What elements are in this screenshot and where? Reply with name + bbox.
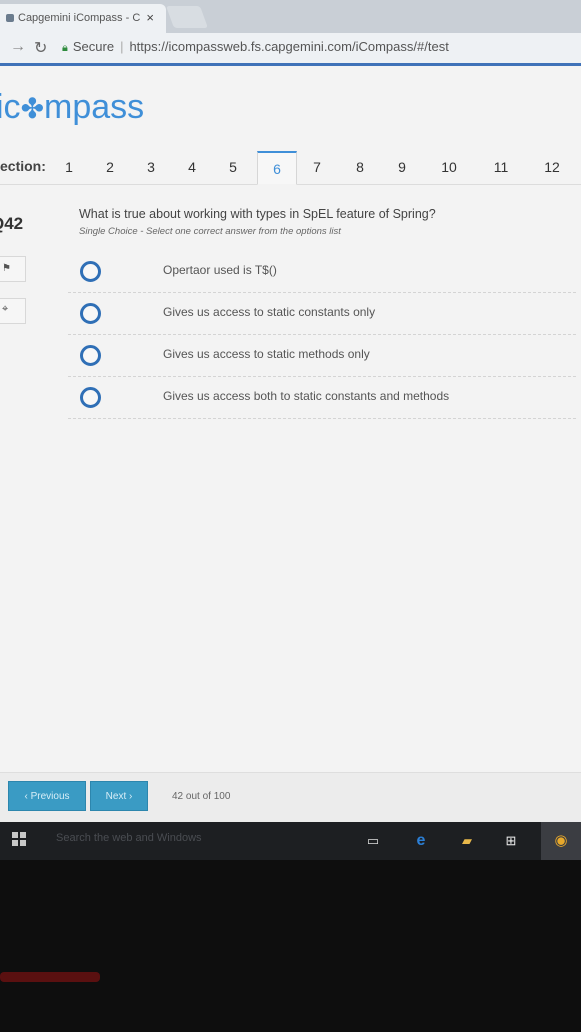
option-label: Gives us access both to static constants…	[163, 389, 450, 403]
answer-option-1[interactable]: Opertaor used is T$()	[68, 250, 576, 293]
forward-arrow-icon[interactable]: →	[10, 38, 26, 56]
lock-icon: 🔒︎	[62, 42, 68, 54]
progress-text: 42 out of 100	[172, 791, 231, 802]
section-label: ection:	[0, 158, 46, 174]
windows-taskbar: Search the web and Windows ▭ e ▰ ⊞ ◉	[0, 822, 581, 860]
browser-tabbar: Capgemini iCompass - C ×	[0, 0, 581, 33]
browser-toolbar: → ↻ 🔒︎ Secure | https://icompassweb.fs.capg…	[0, 33, 581, 66]
section-tab-9[interactable]: 9	[385, 151, 419, 183]
section-tab-1[interactable]: 1	[52, 151, 86, 183]
pin-question-button[interactable]: ⌖	[0, 298, 26, 324]
section-tab-6[interactable]: 6	[257, 151, 297, 185]
new-tab-button[interactable]	[165, 6, 209, 28]
section-tab-4[interactable]: 4	[175, 151, 209, 183]
answer-option-2[interactable]: Gives us access to static constants only	[68, 292, 576, 335]
page: ic✤mpass ection: 1 2 3 4 5 6 7 8 9 10 11…	[0, 66, 581, 827]
url-text: https://icompassweb.fs.capgemini.com/iCo…	[129, 39, 449, 54]
monitor-bezel	[0, 860, 581, 1032]
store-icon[interactable]: ⊞	[502, 832, 520, 850]
option-label: Gives us access to static methods only	[163, 347, 370, 361]
section-tab-8[interactable]: 8	[343, 151, 377, 183]
app-logo: ic✤mpass	[0, 88, 144, 127]
section-tab-7[interactable]: 7	[300, 151, 334, 183]
section-tab-11[interactable]: 11	[484, 151, 518, 183]
radio-button[interactable]	[80, 303, 101, 324]
section-tabs: ection: 1 2 3 4 5 6 7 8 9 10 11 12	[0, 142, 581, 185]
flag-icon: ⚑	[2, 263, 11, 274]
section-tab-2[interactable]: 2	[93, 151, 127, 183]
question-text: What is true about working with types in…	[79, 207, 436, 221]
answer-option-3[interactable]: Gives us access to static methods only	[68, 334, 576, 377]
red-reflection	[0, 972, 100, 982]
tab-close-icon[interactable]: ×	[146, 10, 154, 25]
task-view-icon[interactable]: ▭	[364, 832, 382, 850]
browser-tab[interactable]: Capgemini iCompass - C ×	[0, 4, 166, 33]
flag-question-button[interactable]: ⚑	[0, 256, 26, 282]
tab-title: Capgemini iCompass - C	[18, 12, 141, 24]
reload-icon[interactable]: ↻	[34, 38, 47, 58]
logo-text: ic✤mpass	[0, 88, 145, 126]
radio-button[interactable]	[80, 387, 101, 408]
edge-browser-icon[interactable]: e	[412, 832, 430, 850]
section-tab-10[interactable]: 10	[432, 151, 466, 183]
radio-button[interactable]	[80, 261, 101, 282]
option-label: Gives us access to static constants only	[163, 305, 376, 319]
file-explorer-icon[interactable]: ▰	[458, 832, 476, 850]
chrome-icon: ◉	[554, 832, 568, 849]
url-separator: |	[120, 39, 124, 54]
secure-label: Secure	[72, 39, 115, 54]
taskbar-search-input[interactable]: Search the web and Windows	[56, 832, 202, 844]
favicon-icon	[6, 14, 14, 22]
address-bar[interactable]: 🔒︎ Secure | https://icompassweb.fs.capgemin…	[62, 39, 449, 55]
section-tab-12[interactable]: 12	[535, 151, 569, 183]
section-tab-3[interactable]: 3	[134, 151, 168, 183]
windows-start-icon[interactable]	[12, 832, 26, 846]
answer-option-4[interactable]: Gives us access both to static constants…	[68, 376, 576, 419]
question-number: Q42	[0, 214, 24, 233]
previous-button[interactable]: ‹ Previous	[8, 781, 86, 811]
question-hint: Single Choice - Select one correct answe…	[79, 226, 341, 237]
radio-button[interactable]	[80, 345, 101, 366]
pin-icon: ⌖	[2, 303, 9, 315]
option-label: Opertaor used is T$()	[163, 263, 277, 277]
chrome-taskbar-button[interactable]: ◉	[541, 822, 581, 860]
section-tab-5[interactable]: 5	[216, 151, 250, 183]
next-button[interactable]: Next ›	[90, 781, 148, 811]
question-footer: ‹ Previous Next › 42 out of 100	[0, 772, 581, 827]
